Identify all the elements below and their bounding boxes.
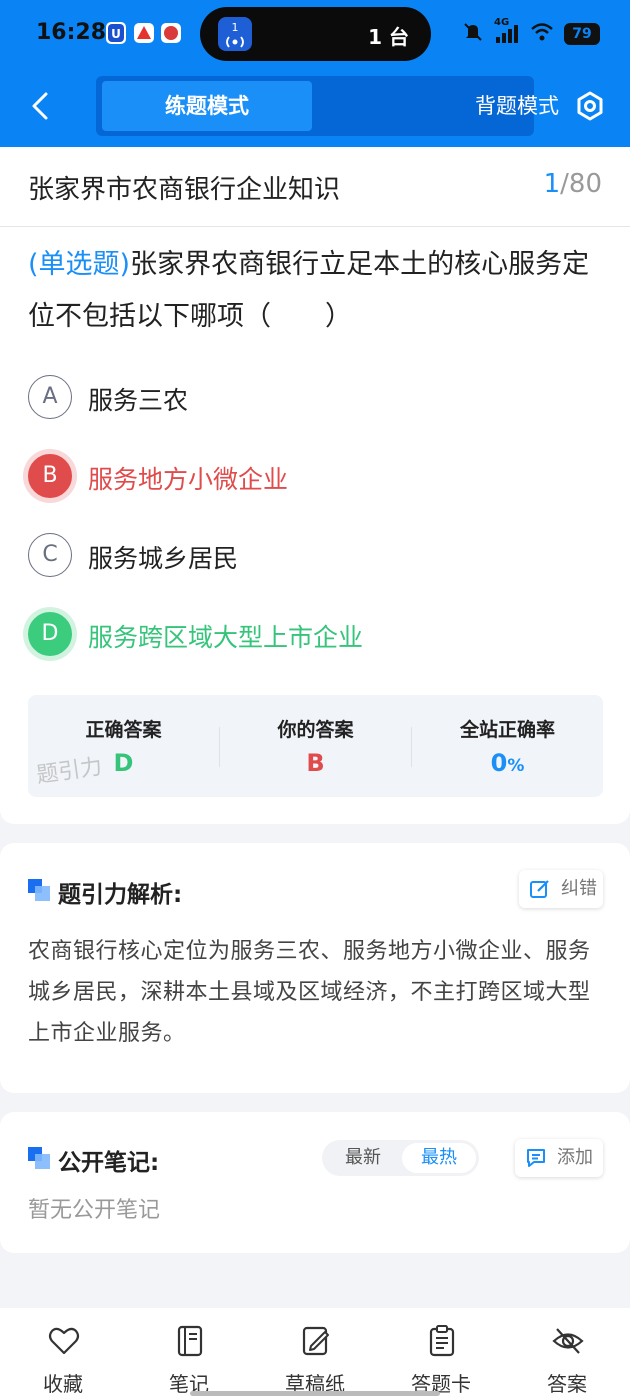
back-button[interactable] <box>24 88 56 124</box>
bottom-nav: 收藏 笔记 草稿纸 答题卡 答案 <box>0 1308 630 1400</box>
heart-icon <box>48 1327 80 1355</box>
island-text: 1 台 <box>368 25 409 49</box>
app-header: 练题模式 背题模式 <box>0 66 630 147</box>
nav-answer-sheet[interactable]: 答题卡 <box>378 1308 504 1400</box>
status-bar: 16:28 U 1 1 台 4G 79 <box>0 0 630 66</box>
sort-hot-button[interactable]: 最热 <box>402 1143 476 1173</box>
option-letter: B <box>28 454 72 498</box>
accuracy-column: 全站正确率 0% <box>412 695 603 797</box>
tab-practice-mode[interactable]: 练题模式 <box>102 81 312 131</box>
add-note-label: 添加 <box>557 1147 593 1168</box>
accuracy-unit: % <box>507 756 525 776</box>
edit-icon <box>530 880 549 898</box>
add-note-button[interactable]: 添加 <box>515 1139 603 1177</box>
option-text: 服务三农 <box>88 386 189 415</box>
notes-title: 公开笔记: <box>58 1150 160 1176</box>
notes-sort-toggle: 最新 最热 <box>322 1140 479 1176</box>
nav-label: 答案 <box>547 1372 587 1396</box>
question-card: 张家界市农商银行企业知识 1/80 (单选题)张家界农商银行立足本土的核心服务定… <box>0 147 630 824</box>
option-text: 服务城乡居民 <box>88 544 239 573</box>
question-title-row: 张家界市农商银行企业知识 1/80 <box>0 147 630 227</box>
your-answer-value: B <box>306 749 325 777</box>
island-badge: 1 <box>231 21 239 34</box>
sort-latest-button[interactable]: 最新 <box>326 1143 400 1173</box>
notes-card: 公开笔记: 最新 最热 添加 暂无公开笔记 <box>0 1112 630 1253</box>
correct-answer-column: 正确答案 D 题引力 <box>28 695 219 797</box>
accuracy-label: 全站正确率 <box>459 719 555 741</box>
current-question-number: 1 <box>543 169 561 199</box>
home-indicator[interactable] <box>190 1391 440 1396</box>
status-time: 16:28 <box>36 20 107 45</box>
correct-answer-label: 正确答案 <box>85 719 162 741</box>
app-notification-icon: U <box>106 22 126 44</box>
your-answer-label: 你的答案 <box>277 719 354 741</box>
quiz-title: 张家界市农商银行企业知识 <box>28 175 341 205</box>
answer-summary: 正确答案 D 题引力 你的答案 B 全站正确率 0% <box>28 695 603 797</box>
nav-label: 收藏 <box>43 1372 83 1396</box>
option-b[interactable]: B 服务地方小微企业 <box>28 452 598 502</box>
notebook-icon <box>177 1325 203 1357</box>
svg-text:U: U <box>111 27 121 41</box>
accuracy-value: 0% <box>412 749 603 777</box>
status-icons: 4G 79 <box>462 17 600 47</box>
analysis-text: 农商银行核心定位为服务三农、服务地方小微企业、服务城乡居民，深耕本土县域及区域经… <box>28 939 591 1046</box>
total-questions: /80 <box>560 169 602 199</box>
app-notification-icon <box>133 22 154 44</box>
nav-answer[interactable]: 答案 <box>504 1308 630 1400</box>
battery-indicator: 79 <box>564 23 600 45</box>
option-letter: D <box>28 612 72 656</box>
mode-tabs: 练题模式 背题模式 <box>96 76 559 136</box>
dynamic-island: 1 1 台 <box>200 7 431 61</box>
broadcast-icon: 1 <box>218 17 252 51</box>
report-error-button[interactable]: 纠错 <box>519 870 603 908</box>
option-text: 服务地方小微企业 <box>88 465 289 494</box>
draft-icon <box>302 1326 329 1356</box>
accuracy-number: 0 <box>490 749 508 777</box>
option-letter: C <box>28 533 72 577</box>
question-counter: 1/80 <box>544 169 602 199</box>
your-answer-column: 你的答案 B <box>220 695 411 797</box>
clipboard-icon <box>429 1325 455 1357</box>
analysis-title: 题引力解析: <box>58 882 183 908</box>
settings-icon <box>577 91 603 121</box>
notes-empty-text: 暂无公开笔记 <box>28 1198 161 1223</box>
report-error-label: 纠错 <box>561 878 597 899</box>
mute-icon <box>462 21 484 47</box>
option-letter: A <box>28 375 72 419</box>
section-icon <box>28 879 50 901</box>
chevron-left-icon <box>32 92 48 120</box>
section-icon <box>28 1147 50 1169</box>
option-d[interactable]: D 服务跨区域大型上市企业 <box>28 610 598 660</box>
question-stem: (单选题)张家界农商银行立足本土的核心服务定位不包括以下哪项（ ） <box>28 239 608 343</box>
analysis-card: 题引力解析: 纠错 农商银行核心定位为服务三农、服务地方小微企业、服务城乡居民，… <box>0 843 630 1093</box>
comment-icon <box>527 1149 545 1167</box>
nav-draft[interactable]: 草稿纸 <box>252 1308 378 1400</box>
network-type: 4G <box>494 17 510 28</box>
eye-off-icon <box>552 1328 584 1354</box>
question-type: (单选题) <box>28 249 131 280</box>
wifi-icon <box>530 22 554 46</box>
app-notification-icon <box>160 22 181 44</box>
settings-button[interactable] <box>574 90 606 122</box>
signal-icon: 4G <box>494 17 520 45</box>
nav-notes[interactable]: 笔记 <box>126 1308 252 1400</box>
option-text: 服务跨区域大型上市企业 <box>88 623 364 652</box>
option-a[interactable]: A 服务三农 <box>28 373 598 423</box>
option-c[interactable]: C 服务城乡居民 <box>28 531 598 581</box>
nav-favorite[interactable]: 收藏 <box>0 1308 126 1400</box>
